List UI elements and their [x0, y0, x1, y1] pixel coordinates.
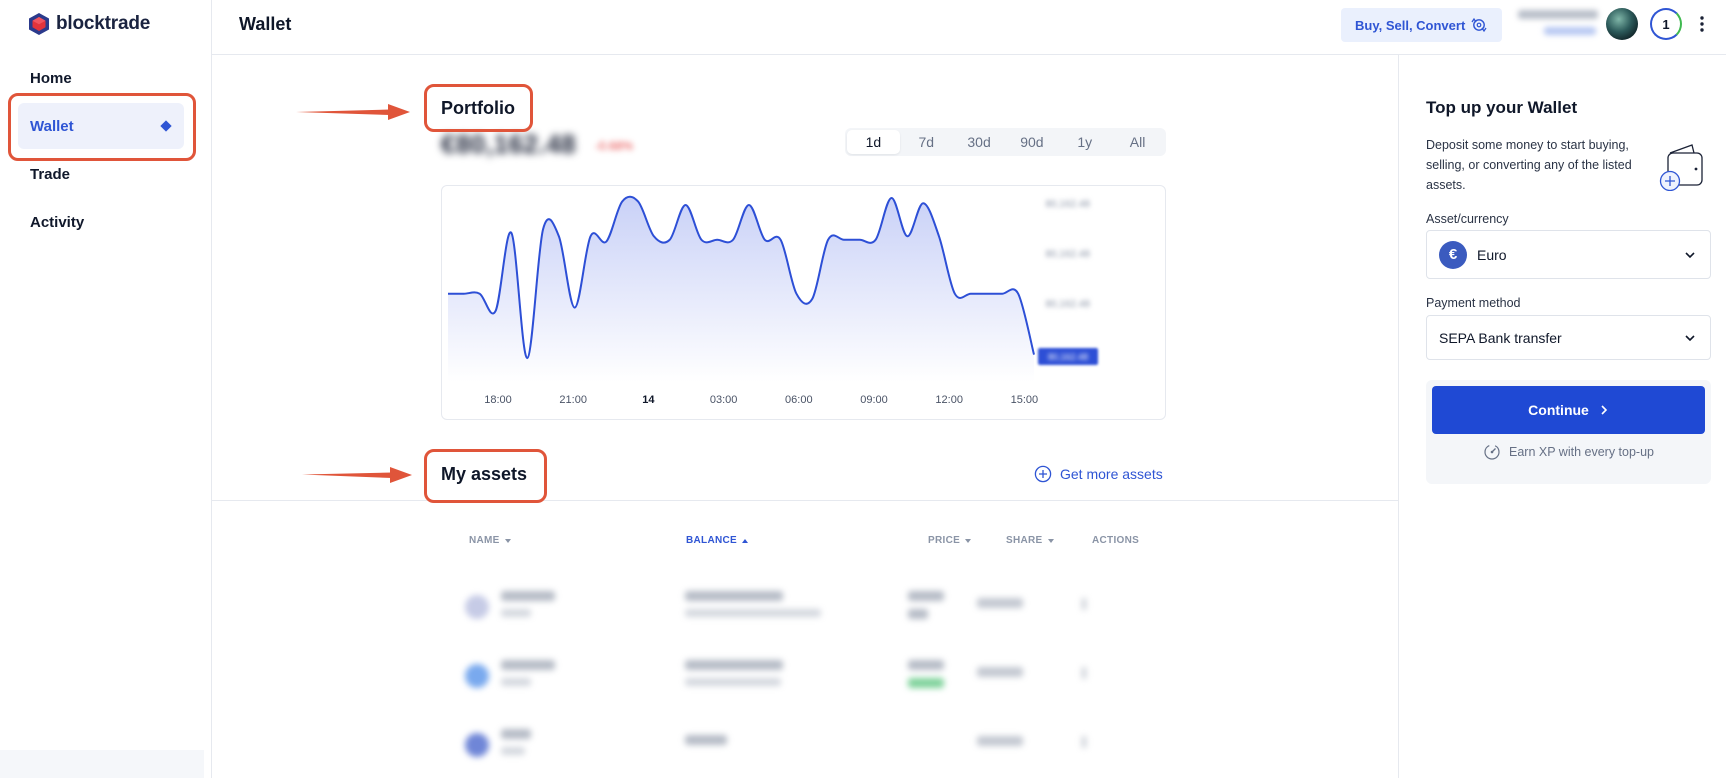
row-actions-icon[interactable]	[1082, 667, 1086, 679]
more-vertical-icon[interactable]	[1699, 14, 1705, 34]
page-title: Wallet	[239, 14, 292, 34]
sort-caret-icon	[504, 538, 511, 543]
range-tab-7d[interactable]: 7d	[900, 130, 953, 154]
time-range-tabs: 1d 7d 30d 90d 1y All	[845, 128, 1166, 156]
y-tick-label: 80,162.48	[1046, 299, 1091, 310]
table-row[interactable]	[465, 652, 1145, 712]
x-tick-label: 09:00	[860, 394, 888, 406]
brand-logo[interactable]: blocktrade	[28, 12, 150, 36]
x-tick-label: 06:00	[785, 394, 813, 406]
column-header-label: BALANCE	[686, 535, 737, 546]
sidebar-item-label: Trade	[30, 165, 71, 183]
portfolio-change: -0.68%	[595, 139, 634, 153]
row-actions-icon[interactable]	[1082, 598, 1086, 610]
avatar[interactable]	[1606, 8, 1638, 40]
sort-caret-icon	[1047, 538, 1054, 543]
column-header-label: NAME	[469, 535, 500, 546]
portfolio-chart-svg: 80,162.48 80,162.48 80,162.48 18:00 21:00 14…	[447, 195, 1098, 406]
level-badge[interactable]: 1	[1650, 8, 1682, 40]
sidebar-item-label: Home	[30, 69, 72, 87]
sidebar-footer	[0, 750, 204, 778]
y-tick-label: 80,162.48	[1046, 249, 1091, 260]
asset-currency-label: Asset/currency	[1426, 212, 1509, 226]
payment-method-select[interactable]: SEPA Bank transfer	[1426, 315, 1711, 360]
top-header: Wallet Buy, Sell, Convert 1	[212, 0, 1726, 55]
earn-xp-note: Earn XP with every top-up	[1426, 442, 1711, 462]
y-tick-label: 80,162.48	[1046, 199, 1091, 210]
x-tick-label: 03:00	[710, 394, 738, 406]
asset-currency-value: Euro	[1477, 246, 1507, 263]
coin-icon	[465, 595, 489, 619]
column-header-label: PRICE	[928, 535, 961, 546]
user-info-blurred[interactable]	[1518, 10, 1600, 38]
top-up-description: Deposit some money to start buying, sell…	[1426, 138, 1632, 192]
arrow-to-my-assets-icon	[302, 467, 412, 483]
portfolio-value: €80,162.48	[441, 129, 577, 159]
asset-currency-select[interactable]: € Euro	[1426, 230, 1711, 279]
chevron-right-icon	[1601, 405, 1607, 415]
column-header-label: SHARE	[1006, 535, 1043, 546]
blocktrade-logo-icon	[29, 13, 49, 35]
earn-xp-label: Earn XP with every top-up	[1509, 445, 1654, 459]
column-header-balance[interactable]: BALANCE	[686, 535, 748, 546]
convert-icon	[1471, 17, 1487, 33]
portfolio-highlight-box	[424, 84, 533, 132]
chevron-down-icon	[1685, 335, 1695, 342]
range-tab-90d[interactable]: 90d	[1005, 130, 1058, 154]
column-header-price[interactable]: PRICE	[928, 535, 972, 546]
wallet-plus-icon	[1659, 144, 1703, 191]
x-tick-label: 14	[642, 394, 655, 406]
current-value-label: 80,162.48	[1048, 352, 1088, 362]
table-row[interactable]	[465, 721, 1145, 778]
x-tick-label: 18:00	[484, 394, 512, 406]
x-tick-label: 15:00	[1011, 394, 1039, 406]
euro-icon: €	[1439, 240, 1467, 269]
portfolio-chart[interactable]: 80,162.48 80,162.48 80,162.48 18:00 21:00 14…	[441, 185, 1166, 420]
range-tab-1d[interactable]: 1d	[847, 130, 900, 154]
range-tab-all[interactable]: All	[1111, 130, 1164, 154]
column-header-actions: ACTIONS	[1092, 535, 1139, 546]
buy-sell-convert-label: Buy, Sell, Convert	[1355, 17, 1466, 33]
top-up-action-box: Continue Earn XP with every top-up	[1426, 380, 1711, 484]
sort-caret-icon	[965, 538, 972, 543]
arrow-to-portfolio-icon	[296, 104, 410, 120]
chevron-down-icon	[1685, 252, 1695, 259]
column-header-name[interactable]: NAME	[469, 535, 511, 546]
sidebar-item-activity[interactable]: Activity	[18, 199, 184, 245]
assets-divider	[212, 500, 1398, 501]
column-header-share[interactable]: SHARE	[1006, 535, 1054, 546]
continue-button[interactable]: Continue	[1432, 386, 1705, 434]
buy-sell-convert-button[interactable]: Buy, Sell, Convert	[1341, 8, 1502, 42]
table-row[interactable]	[465, 583, 1145, 643]
range-tab-30d[interactable]: 30d	[953, 130, 1006, 154]
plus-circle-icon	[1034, 465, 1052, 483]
get-more-assets-label: Get more assets	[1060, 466, 1163, 482]
sort-caret-up-icon	[742, 538, 748, 543]
row-actions-icon[interactable]	[1082, 736, 1086, 748]
range-tab-1y[interactable]: 1y	[1058, 130, 1111, 154]
continue-label: Continue	[1528, 402, 1589, 418]
top-up-title: Top up your Wallet	[1426, 98, 1578, 117]
my-assets-highlight-box	[424, 449, 547, 503]
coin-icon	[465, 664, 489, 688]
main-content: Portfolio €80,162.48 -0.68% 1d 7d 30d 90…	[212, 55, 1398, 778]
top-up-panel: Top up your Wallet Deposit some money to…	[1398, 55, 1726, 778]
xp-gauge-icon	[1484, 444, 1500, 460]
x-tick-label: 21:00	[559, 394, 587, 406]
wallet-highlight-box	[8, 93, 196, 161]
coin-icon	[465, 733, 489, 757]
payment-method-value: SEPA Bank transfer	[1439, 329, 1562, 346]
brand-name: blocktrade	[56, 13, 151, 34]
sidebar-item-label: Activity	[30, 213, 85, 231]
payment-method-label: Payment method	[1426, 296, 1521, 310]
x-tick-label: 12:00	[935, 394, 963, 406]
get-more-assets-link[interactable]: Get more assets	[1034, 465, 1163, 483]
column-header-label: ACTIONS	[1092, 535, 1140, 546]
